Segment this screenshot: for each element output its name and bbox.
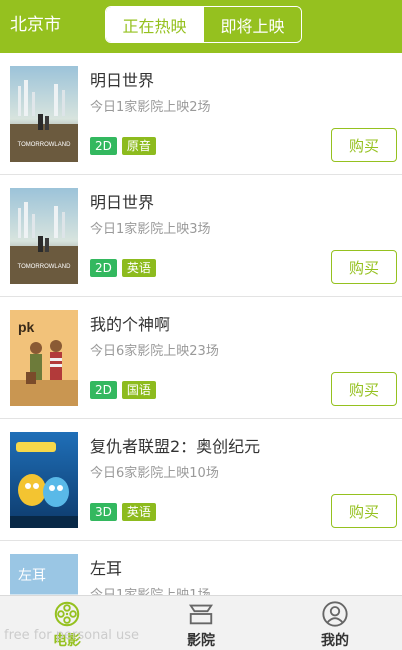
- movie-row[interactable]: TOMORROWLAND 明日世界 今日1家影院上映2场 2D 原音 购买: [0, 53, 402, 175]
- poster-title-text: 左耳: [18, 568, 46, 584]
- format-tag: 2D: [90, 381, 117, 399]
- language-tag: 英语: [121, 503, 156, 521]
- showtimes-info: 今日6家影院上映23场: [90, 344, 219, 359]
- nav-cinemas[interactable]: 影院: [134, 596, 268, 650]
- movie-poster: [10, 432, 78, 528]
- movie-row[interactable]: 复仇者联盟2：奥创纪元 今日6家影院上映10场 3D 英语 购买: [0, 419, 402, 541]
- nav-label-profile: 我的: [321, 633, 349, 649]
- movie-title: 复仇者联盟2：奥创纪元: [90, 437, 261, 456]
- movie-poster: TOMORROWLAND: [10, 188, 78, 284]
- movie-title: 明日世界: [90, 71, 155, 90]
- format-tag: 2D: [90, 137, 117, 155]
- watermark-text: free for personal use: [4, 628, 140, 643]
- movie-row[interactable]: TOMORROWLAND 明日世界 今日1家影院上映3场 2D 英语 购买: [0, 175, 402, 297]
- film-reel-icon: [54, 601, 80, 627]
- buy-button[interactable]: 购买: [331, 372, 397, 406]
- buy-button[interactable]: 购买: [331, 128, 397, 162]
- movie-list: TOMORROWLAND 明日世界 今日1家影院上映2场 2D 原音 购买 TO…: [0, 53, 402, 650]
- cinema-screen-icon: [188, 604, 214, 625]
- movie-poster: pk: [10, 310, 78, 406]
- poster-title-text: TOMORROWLAND: [18, 264, 72, 270]
- movie-status-tabs: 正在热映 即将上映: [105, 6, 302, 43]
- showtimes-info: 今日6家影院上映10场: [90, 466, 219, 481]
- language-tag: 英语: [121, 259, 156, 277]
- nav-label-cinemas: 影院: [187, 633, 215, 649]
- tab-coming-soon[interactable]: 即将上映: [203, 7, 301, 42]
- movie-tags: 3D 英语: [90, 503, 156, 521]
- showtimes-info: 今日1家影院上映3场: [90, 222, 211, 237]
- poster-title-text: pk: [18, 319, 35, 335]
- buy-button[interactable]: 购买: [331, 494, 397, 528]
- showtimes-info: 今日1家影院上映2场: [90, 100, 211, 115]
- buy-button[interactable]: 购买: [331, 250, 397, 284]
- format-tag: 3D: [90, 503, 117, 521]
- movie-tags: 2D 原音: [90, 137, 156, 155]
- language-tag: 国语: [121, 381, 156, 399]
- movie-tags: 2D 英语: [90, 259, 156, 277]
- movie-tags: 2D 国语: [90, 381, 156, 399]
- tab-now-showing[interactable]: 正在热映: [106, 7, 203, 42]
- movie-poster: TOMORROWLAND: [10, 66, 78, 162]
- language-tag: 原音: [121, 137, 156, 155]
- movie-title: 左耳: [90, 559, 123, 578]
- movie-title: 我的个神啊: [90, 315, 171, 334]
- user-icon: [322, 601, 348, 627]
- city-selector[interactable]: 北京市: [10, 14, 61, 36]
- format-tag: 2D: [90, 259, 117, 277]
- poster-title-text: TOMORROWLAND: [18, 142, 72, 148]
- top-bar: 北京市 正在热映 即将上映: [0, 0, 402, 53]
- movie-title: 明日世界: [90, 193, 155, 212]
- nav-profile[interactable]: 我的: [268, 596, 402, 650]
- movie-row[interactable]: pk 我的个神啊 今日6家影院上映23场 2D 国语 购买: [0, 297, 402, 419]
